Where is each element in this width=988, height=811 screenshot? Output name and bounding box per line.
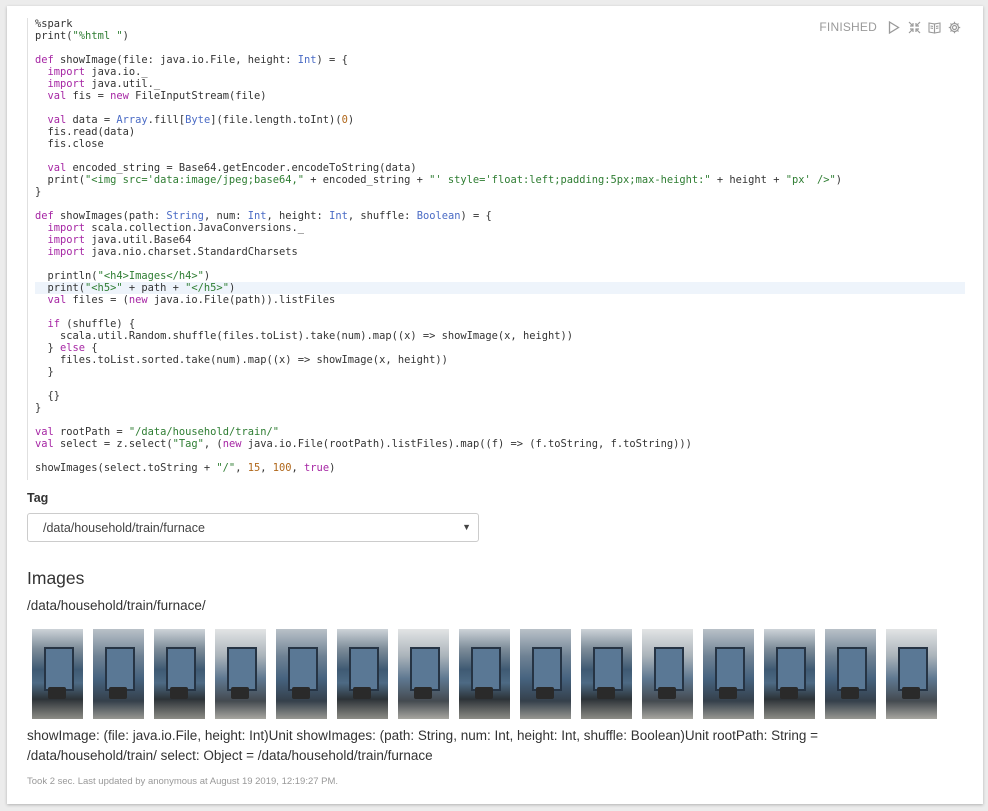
tag-select[interactable]: /data/household/train/furnace ▼ xyxy=(27,513,479,542)
code-line[interactable] xyxy=(35,306,965,318)
code-line[interactable]: fis.close xyxy=(35,138,965,150)
furnace-image xyxy=(886,629,937,719)
code-line[interactable] xyxy=(35,198,965,210)
code-line[interactable]: val select = z.select("Tag", (new java.i… xyxy=(35,438,965,450)
code-line[interactable]: } xyxy=(35,402,965,414)
code-line[interactable]: import java.nio.charset.StandardCharsets xyxy=(35,246,965,258)
code-line[interactable]: println("<h4>Images</h4>") xyxy=(35,270,965,282)
code-line[interactable] xyxy=(35,378,965,390)
code-line[interactable]: scala.util.Random.shuffle(files.toList).… xyxy=(35,330,965,342)
code-line[interactable]: import java.io._ xyxy=(35,66,965,78)
code-line[interactable] xyxy=(35,450,965,462)
code-line[interactable]: def showImages(path: String, num: Int, h… xyxy=(35,210,965,222)
output-path: /data/household/train/furnace/ xyxy=(27,598,206,613)
furnace-image xyxy=(276,629,327,719)
furnace-image xyxy=(703,629,754,719)
image-gallery xyxy=(27,624,942,724)
code-line[interactable] xyxy=(35,414,965,426)
code-line[interactable]: print("%html ") xyxy=(35,30,965,42)
furnace-image xyxy=(642,629,693,719)
code-line[interactable]: val fis = new FileInputStream(file) xyxy=(35,90,965,102)
code-line[interactable] xyxy=(35,258,965,270)
code-line[interactable]: import scala.collection.JavaConversions.… xyxy=(35,222,965,234)
furnace-image xyxy=(581,629,632,719)
select-label: Tag xyxy=(27,491,49,505)
code-line[interactable]: } xyxy=(35,366,965,378)
code-line[interactable]: val data = Array.fill[Byte](file.length.… xyxy=(35,114,965,126)
code-line[interactable]: def showImage(file: java.io.File, height… xyxy=(35,54,965,66)
code-line[interactable]: fis.read(data) xyxy=(35,126,965,138)
code-line[interactable] xyxy=(35,102,965,114)
code-line[interactable]: print("<h5>" + path + "</h5>") xyxy=(35,282,965,294)
furnace-image xyxy=(154,629,205,719)
code-line[interactable] xyxy=(35,42,965,54)
code-line[interactable]: import java.util._ xyxy=(35,78,965,90)
code-line[interactable]: %spark xyxy=(35,18,965,30)
code-line[interactable]: } else { xyxy=(35,342,965,354)
result-text: showImage: (file: java.io.File, height: … xyxy=(27,728,819,763)
furnace-image xyxy=(32,629,83,719)
notebook-paragraph: FINISHED %spark print("%html ") def show… xyxy=(7,6,983,804)
code-line[interactable]: files.toList.sorted.take(num).map((x) =>… xyxy=(35,354,965,366)
code-content[interactable]: %spark print("%html ") def showImage(file… xyxy=(28,18,965,474)
code-line[interactable]: if (shuffle) { xyxy=(35,318,965,330)
furnace-image xyxy=(764,629,815,719)
code-line[interactable]: } xyxy=(35,186,965,198)
output-heading: Images xyxy=(27,568,85,588)
code-line[interactable]: val files = (new java.io.File(path)).lis… xyxy=(35,294,965,306)
chevron-down-icon[interactable]: ▼ xyxy=(462,522,471,532)
code-editor[interactable]: %spark print("%html ") def showImage(file… xyxy=(27,18,965,480)
code-line[interactable]: import java.util.Base64 xyxy=(35,234,965,246)
furnace-image xyxy=(398,629,449,719)
code-line[interactable] xyxy=(35,150,965,162)
code-line[interactable]: val encoded_string = Base64.getEncoder.e… xyxy=(35,162,965,174)
furnace-image xyxy=(825,629,876,719)
furnace-image xyxy=(520,629,571,719)
code-line[interactable]: print("<img src='data:image/jpeg;base64,… xyxy=(35,174,965,186)
code-line[interactable]: {} xyxy=(35,390,965,402)
tag-select-value: /data/household/train/furnace xyxy=(43,520,205,535)
furnace-image xyxy=(459,629,510,719)
furnace-image xyxy=(215,629,266,719)
code-line[interactable]: val rootPath = "/data/household/train/" xyxy=(35,426,965,438)
paragraph-footer: Took 2 sec. Last updated by anonymous at… xyxy=(27,776,339,787)
furnace-image xyxy=(337,629,388,719)
code-line[interactable]: showImages(select.toString + "/", 15, 10… xyxy=(35,462,965,474)
furnace-image xyxy=(93,629,144,719)
